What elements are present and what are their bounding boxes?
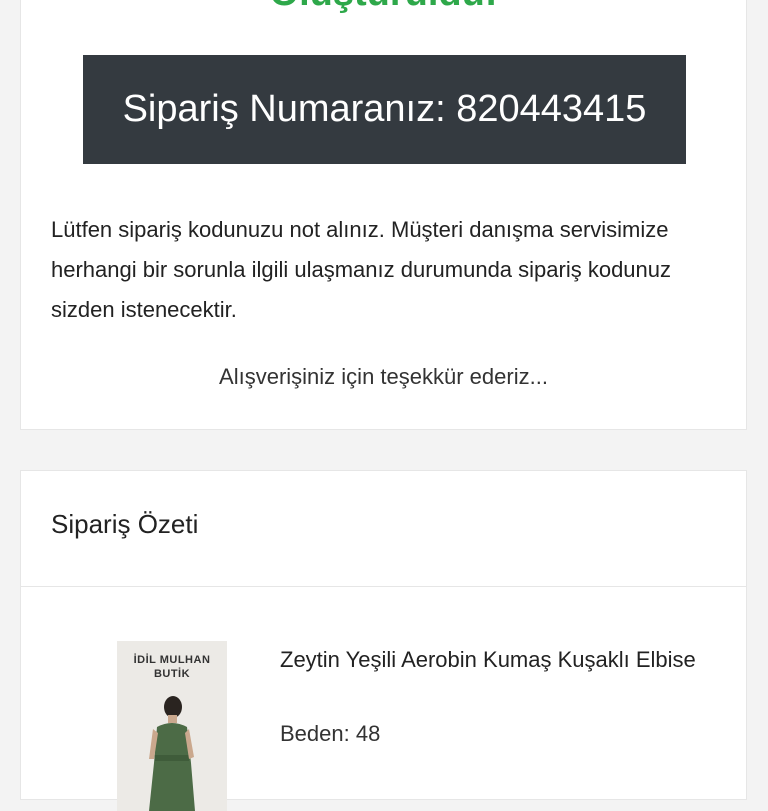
product-name[interactable]: Zeytin Yeşili Aerobin Kumaş Kuşaklı Elbi… bbox=[280, 641, 710, 679]
brand-logo: İDİL MULHAN BUTİK bbox=[133, 654, 211, 680]
order-number-box: Sipariş Numaranız: 820443415 bbox=[83, 55, 686, 164]
size-value: 48 bbox=[355, 721, 381, 746]
product-size: Beden48 bbox=[280, 721, 380, 747]
order-notice-text: Lütfen sipariş kodunuzu not alınız. Müşt… bbox=[51, 217, 672, 322]
success-title: Oluşturuldu! bbox=[21, 0, 746, 21]
thank-you-text: Alışverişiniz için teşekkür ederiz... bbox=[219, 364, 548, 389]
order-summary-header: Sipariş Özeti bbox=[21, 471, 746, 587]
order-confirmation-card: Oluşturuldu! Sipariş Numaranız: 82044341… bbox=[20, 0, 747, 430]
size-label: Beden bbox=[280, 721, 356, 746]
product-image[interactable]: İDİL MULHAN BUTİK bbox=[117, 641, 227, 811]
order-summary-title: Sipariş Özeti bbox=[51, 509, 199, 539]
model-figure-icon bbox=[149, 696, 195, 811]
order-number-text: Sipariş Numaranız: 820443415 bbox=[122, 88, 647, 130]
order-summary-card: Sipariş Özeti İDİL MULHAN BUTİK Zeytin Y… bbox=[20, 470, 747, 811]
